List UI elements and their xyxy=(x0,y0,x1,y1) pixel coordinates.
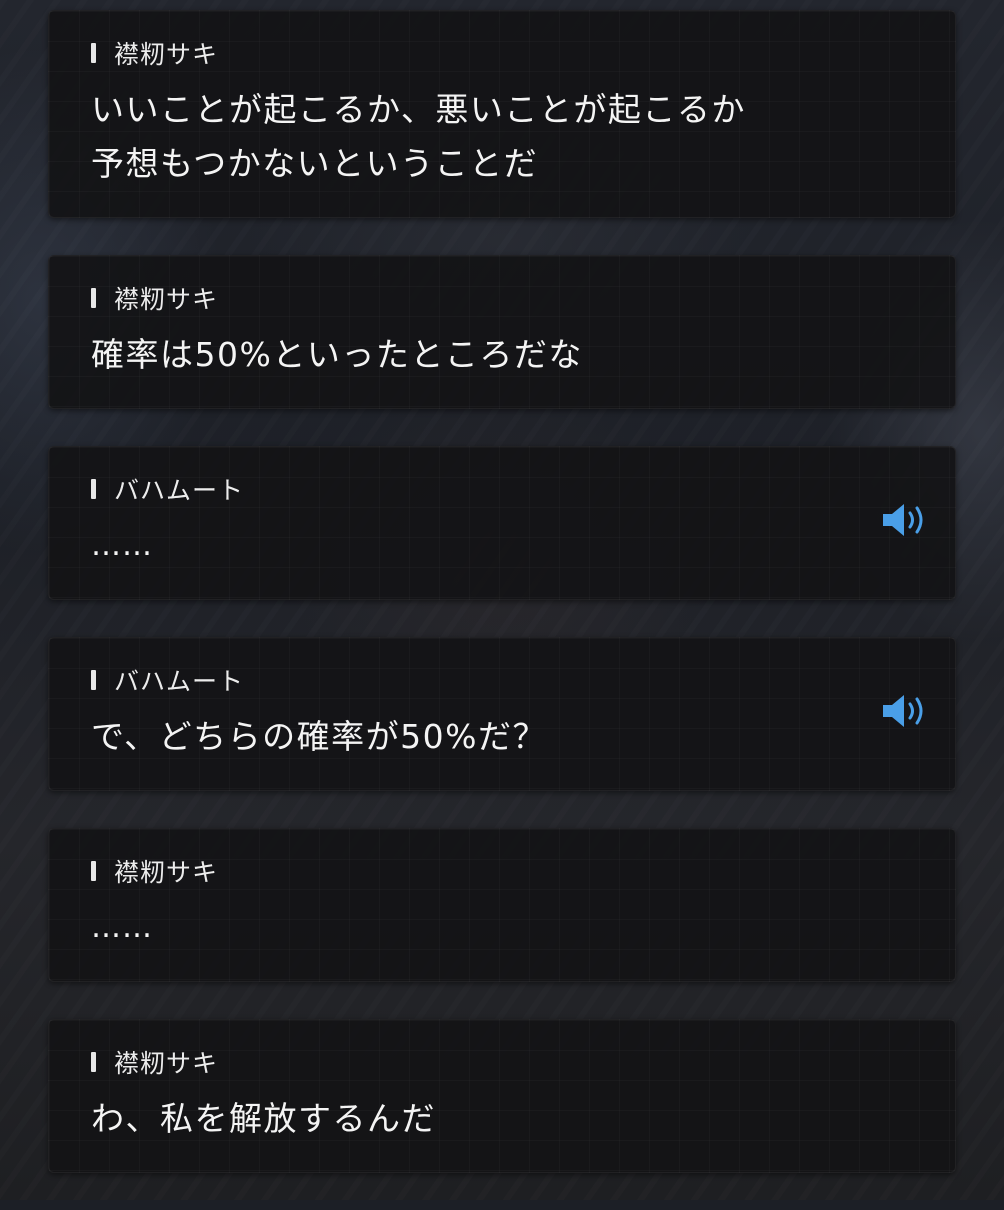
speaker-marker xyxy=(91,288,96,308)
speaker-marker xyxy=(91,43,96,63)
dialogue-log[interactable]: 襟籾サキ いいことが起こるか、悪いことが起こるか 予想もつかないということだ 襟… xyxy=(48,10,956,1210)
speaker-row: 襟籾サキ xyxy=(91,278,915,318)
speaker-row: 襟籾サキ xyxy=(91,1042,915,1082)
speaker-row: バハムート xyxy=(91,469,915,509)
dialogue-entry: バハムート で、どちらの確率が50%だ？ xyxy=(48,637,956,791)
speaker-name: 襟籾サキ xyxy=(114,285,219,314)
dialogue-line: …… xyxy=(91,528,153,563)
dialogue-line: …… xyxy=(91,910,153,945)
speaker-volume-icon xyxy=(883,695,923,727)
voice-play-button[interactable] xyxy=(879,500,933,540)
speaker-marker xyxy=(91,1052,96,1072)
speaker-marker xyxy=(91,479,96,499)
speaker-row: バハムート xyxy=(91,660,915,700)
speaker-name: 襟籾サキ xyxy=(114,858,219,887)
dialogue-line: 確率は50%といったところだな xyxy=(91,335,583,374)
speaker-row: 襟籾サキ xyxy=(91,851,915,891)
dialogue-entry: 襟籾サキ …… xyxy=(48,828,956,982)
voice-play-button[interactable] xyxy=(879,691,933,731)
speaker-marker xyxy=(91,861,96,881)
speaker-name: バハムート xyxy=(114,667,245,696)
dialogue-line: で、どちらの確率が50%だ？ xyxy=(91,717,548,756)
dialogue-line: わ、私を解放するんだ xyxy=(91,1099,436,1138)
dialogue-entry: 襟籾サキ いいことが起こるか、悪いことが起こるか 予想もつかないということだ xyxy=(48,10,956,218)
dialogue-entry: バハムート …… xyxy=(48,446,956,600)
dialogue-line: 予想もつかないということだ xyxy=(91,144,539,183)
speaker-row: 襟籾サキ xyxy=(91,33,915,73)
dialogue-entry: 襟籾サキ 確率は50%といったところだな xyxy=(48,255,956,409)
speaker-name: 襟籾サキ xyxy=(114,1049,219,1078)
dialogue-line: いいことが起こるか、悪いことが起こるか xyxy=(91,90,746,129)
speaker-marker xyxy=(91,670,96,690)
speaker-name: 襟籾サキ xyxy=(114,40,219,69)
speaker-name: バハムート xyxy=(114,476,245,505)
speaker-volume-icon xyxy=(883,504,923,536)
dialogue-entry: 襟籾サキ わ、私を解放するんだ xyxy=(48,1019,956,1173)
